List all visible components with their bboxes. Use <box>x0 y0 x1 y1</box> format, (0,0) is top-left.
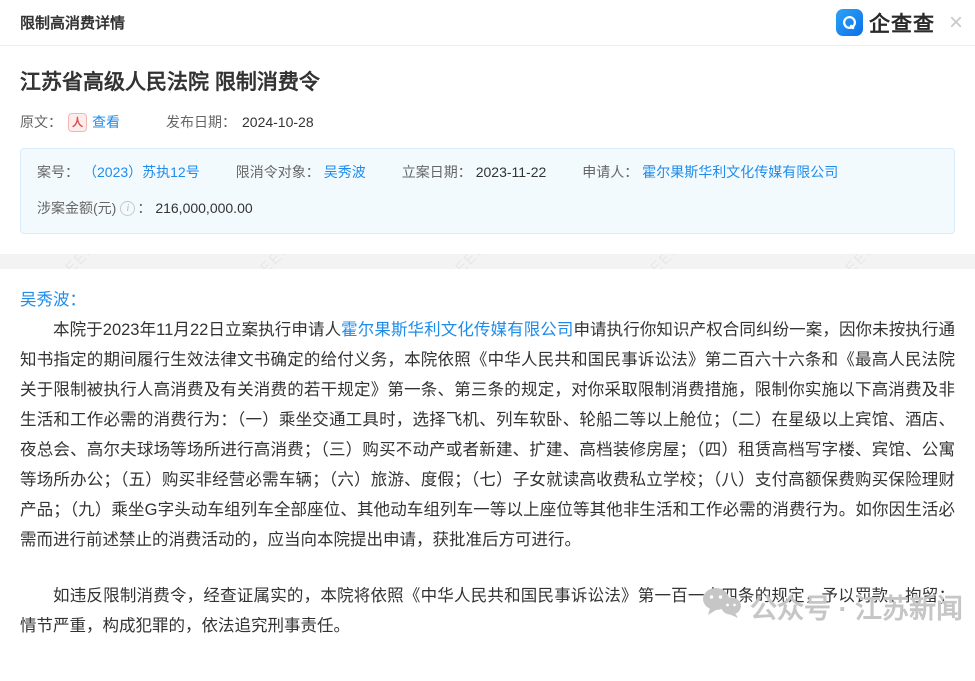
modal-header: 限制高消费详情 企查查 × <box>0 0 975 46</box>
restriction-target-label: 限消令对象： <box>236 162 320 182</box>
qichacha-logo-icon <box>836 9 863 36</box>
case-number-label: 案号： <box>37 162 79 182</box>
paragraph-text: 申请执行你知识产权合同纠纷一案，因你未按执行通知书指定的期间履行生效法律文书确定… <box>20 321 955 549</box>
paragraph-text: 本院于2023年11月22日立案执行申请人 <box>53 321 341 339</box>
case-info-row-2: 涉案金额(元) i ： 216,000,000.00 <box>37 198 938 218</box>
applicant-label: 申请人： <box>582 162 638 182</box>
case-info-row-1: 案号： （2023）苏执12号 限消令对象： 吴秀波 立案日期： 2023-11… <box>37 162 938 182</box>
filing-date-value: 2023-11-22 <box>476 164 547 180</box>
amount-label: 涉案金额(元) <box>37 198 116 218</box>
info-icon[interactable]: i <box>120 201 135 216</box>
amount-value: 216,000,000.00 <box>155 200 252 216</box>
view-original-link[interactable]: 查看 <box>92 112 120 132</box>
page-title: 限制高消费详情 <box>20 12 125 33</box>
filing-date-field: 立案日期： 2023-11-22 <box>402 162 547 182</box>
pdf-icon: 人 <box>68 113 87 132</box>
restriction-target-field: 限消令对象： 吴秀波 <box>236 162 366 182</box>
case-number-link[interactable]: （2023）苏执12号 <box>83 162 200 182</box>
applicant-link[interactable]: 霍尔果斯华利文化传媒有限公司 <box>642 162 838 182</box>
close-icon[interactable]: × <box>949 11 963 35</box>
original-label: 原文： <box>20 112 62 132</box>
publish-date-value: 2024-10-28 <box>242 114 314 130</box>
order-paragraph-2: 如违反限制消费令，经查证属实的，本院将依照《中华人民共和国民事诉讼法》第一百一十… <box>20 581 955 641</box>
document-header-card: 江苏省高级人民法院 限制消费令 原文： 人 查看 发布日期： 2024-10-2… <box>0 46 975 254</box>
restriction-target-link[interactable]: 吴秀波 <box>324 162 366 182</box>
applicant-field: 申请人： 霍尔果斯华利文化传媒有限公司 <box>582 162 838 182</box>
case-number-field: 案号： （2023）苏执12号 <box>37 162 200 182</box>
case-info-box: 案号： （2023）苏执12号 限消令对象： 吴秀波 立案日期： 2023-11… <box>20 148 955 234</box>
addressee-link[interactable]: 吴秀波 <box>20 291 70 309</box>
applicant-inline-link[interactable]: 霍尔果斯华利文化传媒有限公司 <box>341 321 573 339</box>
amount-field: 涉案金额(元) i ： 216,000,000.00 <box>37 198 253 218</box>
document-meta-row: 原文： 人 查看 发布日期： 2024-10-28 <box>20 112 955 132</box>
order-paragraph-1: 本院于2023年11月22日立案执行申请人霍尔果斯华利文化传媒有限公司申请执行你… <box>20 315 955 555</box>
addressee-line: 吴秀波： <box>20 285 955 315</box>
filing-date-label: 立案日期： <box>402 162 472 182</box>
qichacha-logo-text: 企查查 <box>869 8 935 38</box>
amount-colon: ： <box>137 198 151 218</box>
order-body-card: 吴秀波： 本院于2023年11月22日立案执行申请人霍尔果斯华利文化传媒有限公司… <box>0 269 975 681</box>
addressee-colon: ： <box>70 291 87 309</box>
document-title: 江苏省高级人民法院 限制消费令 <box>20 66 955 96</box>
publish-date-label: 发布日期： <box>166 112 236 132</box>
qichacha-logo[interactable]: 企查查 <box>836 8 935 38</box>
